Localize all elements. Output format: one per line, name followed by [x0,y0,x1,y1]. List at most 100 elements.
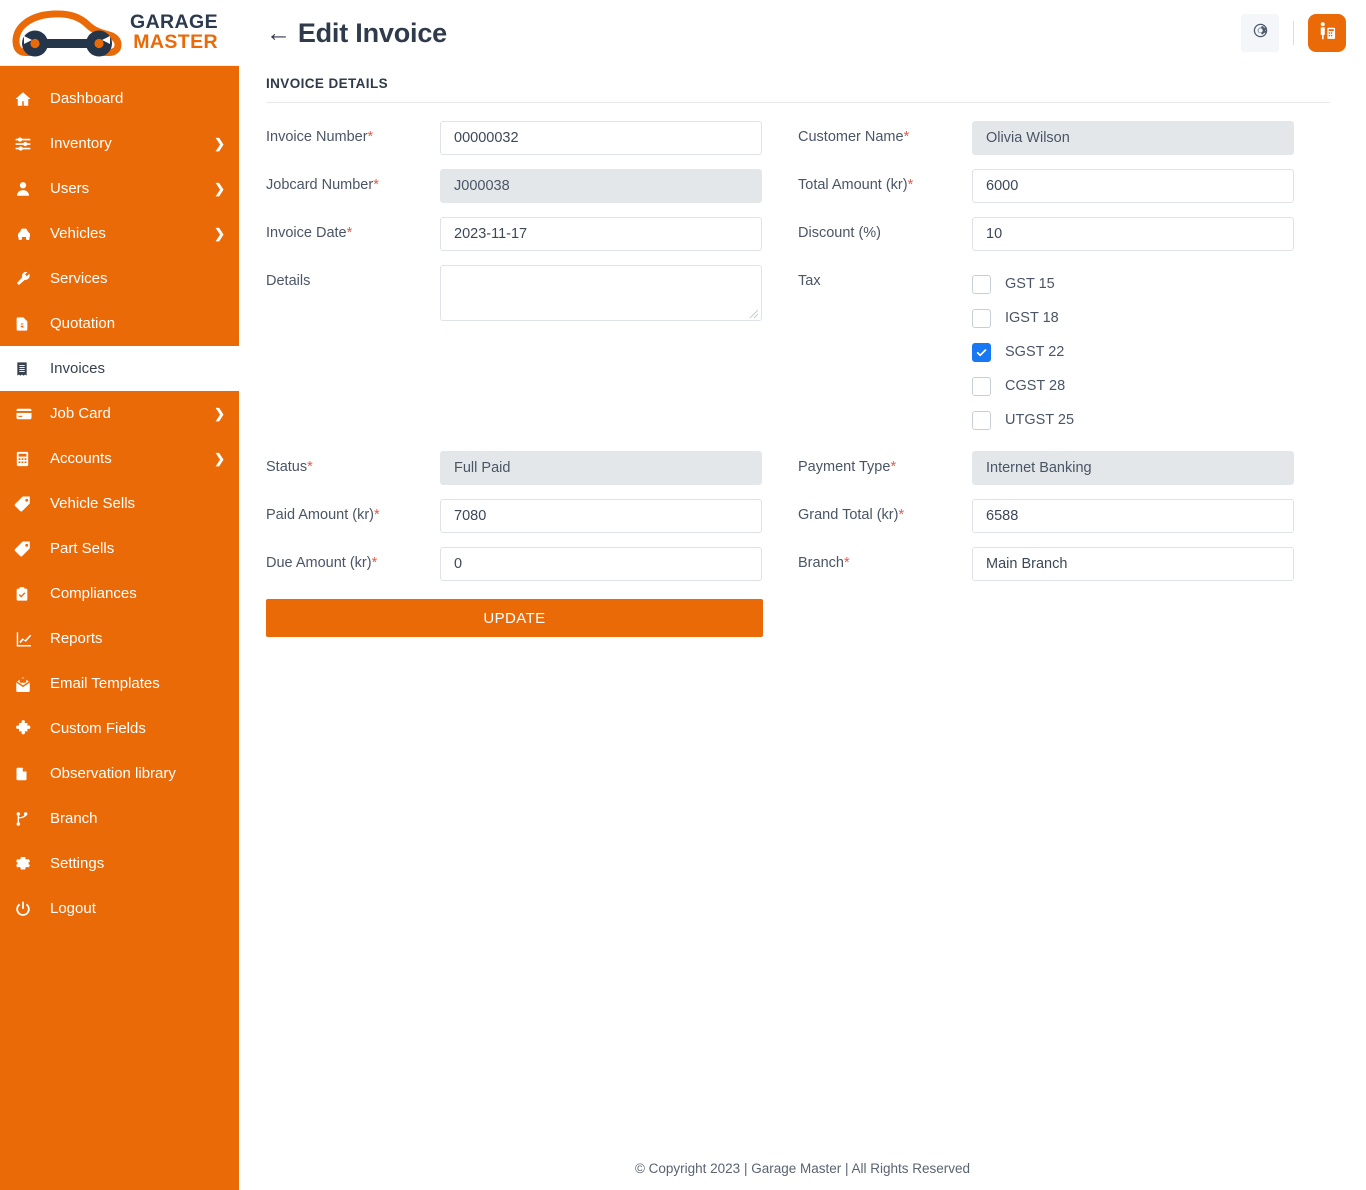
tax-checkbox-group: GST 15 IGST 18 SGST 22 CGST 28 [972,265,1330,437]
invoice-date-input[interactable] [440,217,762,251]
status-input [440,451,762,485]
label-text: Status [266,459,307,475]
paid-amount-input[interactable] [440,499,762,533]
required-marker: * [898,507,904,523]
field-row-payment-type: Payment Type* [798,451,1330,485]
grand-total-input[interactable] [972,499,1294,533]
sidebar-item-branch[interactable]: Branch [0,796,239,841]
sidebar-item-part-sells[interactable]: Part Sells [0,526,239,571]
details-textarea[interactable] [440,265,762,321]
sidebar-item-invoices[interactable]: Invoices [0,346,239,391]
label-text: Invoice Number [266,129,368,145]
chevron-right-icon: ❯ [214,137,225,150]
sidebar-item-label: Custom Fields [50,720,146,737]
field-row-paid-amount: Paid Amount (kr)* [266,499,798,533]
branch-label: Branch* [798,547,972,571]
branch-input[interactable] [972,547,1294,581]
sidebar-item-vehicles[interactable]: Vehicles ❯ [0,211,239,256]
update-button[interactable]: UPDATE [266,599,763,637]
file-icon [14,765,40,783]
field-row-jobcard-number: Jobcard Number* [266,169,798,203]
calculator-icon [14,450,40,468]
sidebar-item-dashboard[interactable]: Dashboard [0,76,239,121]
sidebar-item-label: Email Templates [50,675,160,692]
sidebar-item-inventory[interactable]: Inventory ❯ [0,121,239,166]
checkbox-gst-15[interactable] [972,275,991,294]
checkbox-sgst-22[interactable] [972,343,991,362]
required-marker: * [908,177,914,193]
sidebar-item-services[interactable]: Services [0,256,239,301]
sidebar-item-settings[interactable]: Settings [0,841,239,886]
required-marker: * [307,459,313,475]
label-text: Details [266,273,310,289]
user-profile-button[interactable] [1308,14,1346,52]
tax-label: Tax [798,265,972,289]
sidebar-item-custom-fields[interactable]: Custom Fields [0,706,239,751]
due-amount-input[interactable] [440,547,762,581]
details-label: Details [266,265,440,289]
main-content: ← Edit Invoice [239,0,1366,1190]
sidebar-item-logout[interactable]: Logout [0,886,239,931]
label-text: Customer Name [798,129,904,145]
checkbox-igst-18[interactable] [972,309,991,328]
tax-option[interactable]: UTGST 25 [972,403,1330,437]
sidebar-item-email-templates[interactable]: Email Templates [0,661,239,706]
chevron-right-icon: ❯ [214,407,225,420]
paid-amount-label: Paid Amount (kr)* [266,499,440,523]
tax-option[interactable]: CGST 28 [972,369,1330,403]
field-row-due-amount: Due Amount (kr)* [266,547,798,581]
total-amount-input[interactable] [972,169,1294,203]
label-text: Payment Type [798,459,890,475]
car-icon [14,225,40,243]
field-row-branch: Branch* [798,547,1330,581]
sidebar-item-observation-library[interactable]: Observation library [0,751,239,796]
card-icon [14,405,40,423]
field-row-status: Status* [266,451,798,485]
sidebar-item-reports[interactable]: Reports [0,616,239,661]
tax-option[interactable]: GST 15 [972,267,1330,301]
field-row-tax: Tax GST 15 IGST 18 SGST 22 [798,265,1330,437]
discount-label: Discount (%) [798,217,972,241]
invoice-number-input[interactable] [440,121,762,155]
label-text: Invoice Date [266,225,347,241]
due-amount-label: Due Amount (kr)* [266,547,440,571]
invoice-date-label: Invoice Date* [266,217,440,241]
sidebar-item-accounts[interactable]: Accounts ❯ [0,436,239,481]
sidebar-item-label: Vehicle Sells [50,495,135,512]
tax-option-label: CGST 28 [1005,378,1065,394]
field-row-details: Details [266,265,798,321]
gear-icon [14,855,40,873]
tax-option-label: UTGST 25 [1005,412,1074,428]
sidebar-item-label: Branch [50,810,98,827]
sidebar-item-label: Reports [50,630,103,647]
sidebar-item-job-card[interactable]: Job Card ❯ [0,391,239,436]
field-row-invoice-date: Invoice Date* [266,217,798,251]
settings-button[interactable] [1241,14,1279,52]
sidebar-item-vehicle-sells[interactable]: Vehicle Sells [0,481,239,526]
receipt-icon [14,360,40,378]
checkbox-cgst-28[interactable] [972,377,991,396]
clipboard-check-icon [14,585,40,603]
sidebar-item-users[interactable]: Users ❯ [0,166,239,211]
brand-line-2: MASTER [130,33,218,53]
checkbox-utgst-25[interactable] [972,411,991,430]
tax-option[interactable]: IGST 18 [972,301,1330,335]
label-text: Jobcard Number [266,177,373,193]
resize-grip-icon[interactable] [747,307,759,319]
form-column-right-lower: Payment Type* Grand Total (kr)* Branch* [798,451,1330,637]
tax-option-label: SGST 22 [1005,344,1064,360]
sidebar-item-compliances[interactable]: Compliances [0,571,239,616]
back-arrow-icon[interactable]: ← [266,21,291,46]
branch-icon [14,810,40,828]
sidebar-item-quotation[interactable]: Quotation [0,301,239,346]
brand-logo[interactable]: GARAGE MASTER [0,0,239,66]
sidebar-item-label: Compliances [50,585,137,602]
sidebar-item-label: Settings [50,855,104,872]
sidebar-item-label: Vehicles [50,225,106,242]
discount-input[interactable] [972,217,1294,251]
tax-option[interactable]: SGST 22 [972,335,1330,369]
sidebar-item-label: Dashboard [50,90,123,107]
sidebar-item-label: Part Sells [50,540,114,557]
required-marker: * [904,129,910,145]
sidebar: GARAGE MASTER Dashboard Inventory ❯ User… [0,0,239,1190]
